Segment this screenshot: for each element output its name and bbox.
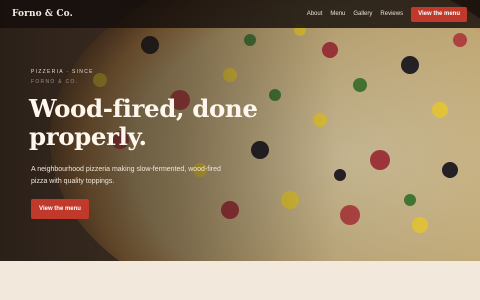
nav-link-reviews[interactable]: Reviews [380,11,403,17]
next-section [0,261,480,300]
hero-description: A neighbourhood pizzeria making slow-fer… [31,166,221,185]
main-nav: About Menu Gallery Reviews View the menu [299,6,467,22]
hero-headline: Wood-fired, done properly. [29,94,258,151]
brand-logo[interactable]: Forno & Co. [12,9,73,19]
nav-link-menu[interactable]: Menu [330,11,345,17]
hero-section: Forno & Co. About Menu Gallery Reviews V… [0,0,480,261]
hero-eyebrow: Pizzeria · Since [31,69,94,75]
hero-view-menu-button[interactable]: View the menu [31,199,89,219]
top-navigation-bar: Forno & Co. About Menu Gallery Reviews V… [0,0,480,28]
nav-link-gallery[interactable]: Gallery [353,11,372,17]
nav-view-menu-button[interactable]: View the menu [411,6,467,22]
nav-link-about[interactable]: About [307,11,323,17]
hero-eyebrow-secondary: Forno & Co. [31,79,79,85]
